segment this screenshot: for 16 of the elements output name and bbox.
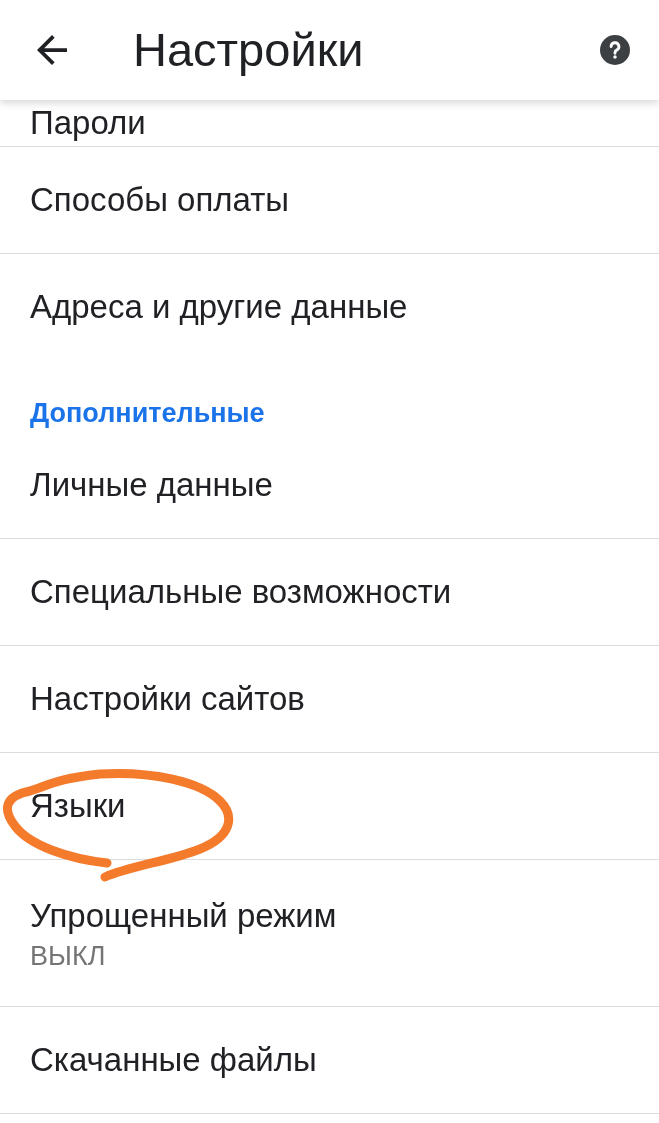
section-header: Дополнительные [30, 398, 265, 428]
settings-item[interactable]: Пароли [0, 100, 659, 147]
settings-item[interactable]: Языки [0, 753, 659, 860]
help-icon [600, 35, 630, 65]
settings-item[interactable]: Упрощенный режим ВЫКЛ [0, 860, 659, 1007]
settings-item[interactable]: Специальные возможности [0, 539, 659, 646]
back-arrow-icon [37, 35, 67, 65]
settings-item[interactable]: Скачанные файлы [0, 1007, 659, 1114]
page-title: Настройки [133, 22, 364, 78]
item-status: ВЫКЛ [30, 940, 106, 972]
back-button[interactable] [37, 35, 67, 65]
help-button[interactable] [600, 35, 630, 65]
settings-item[interactable]: Способы оплаты [0, 147, 659, 254]
settings-item[interactable]: Настройки сайтов [0, 646, 659, 753]
settings-item[interactable]: Личные данные [0, 432, 659, 539]
settings-item[interactable]: Адреса и другие данные [0, 254, 659, 361]
